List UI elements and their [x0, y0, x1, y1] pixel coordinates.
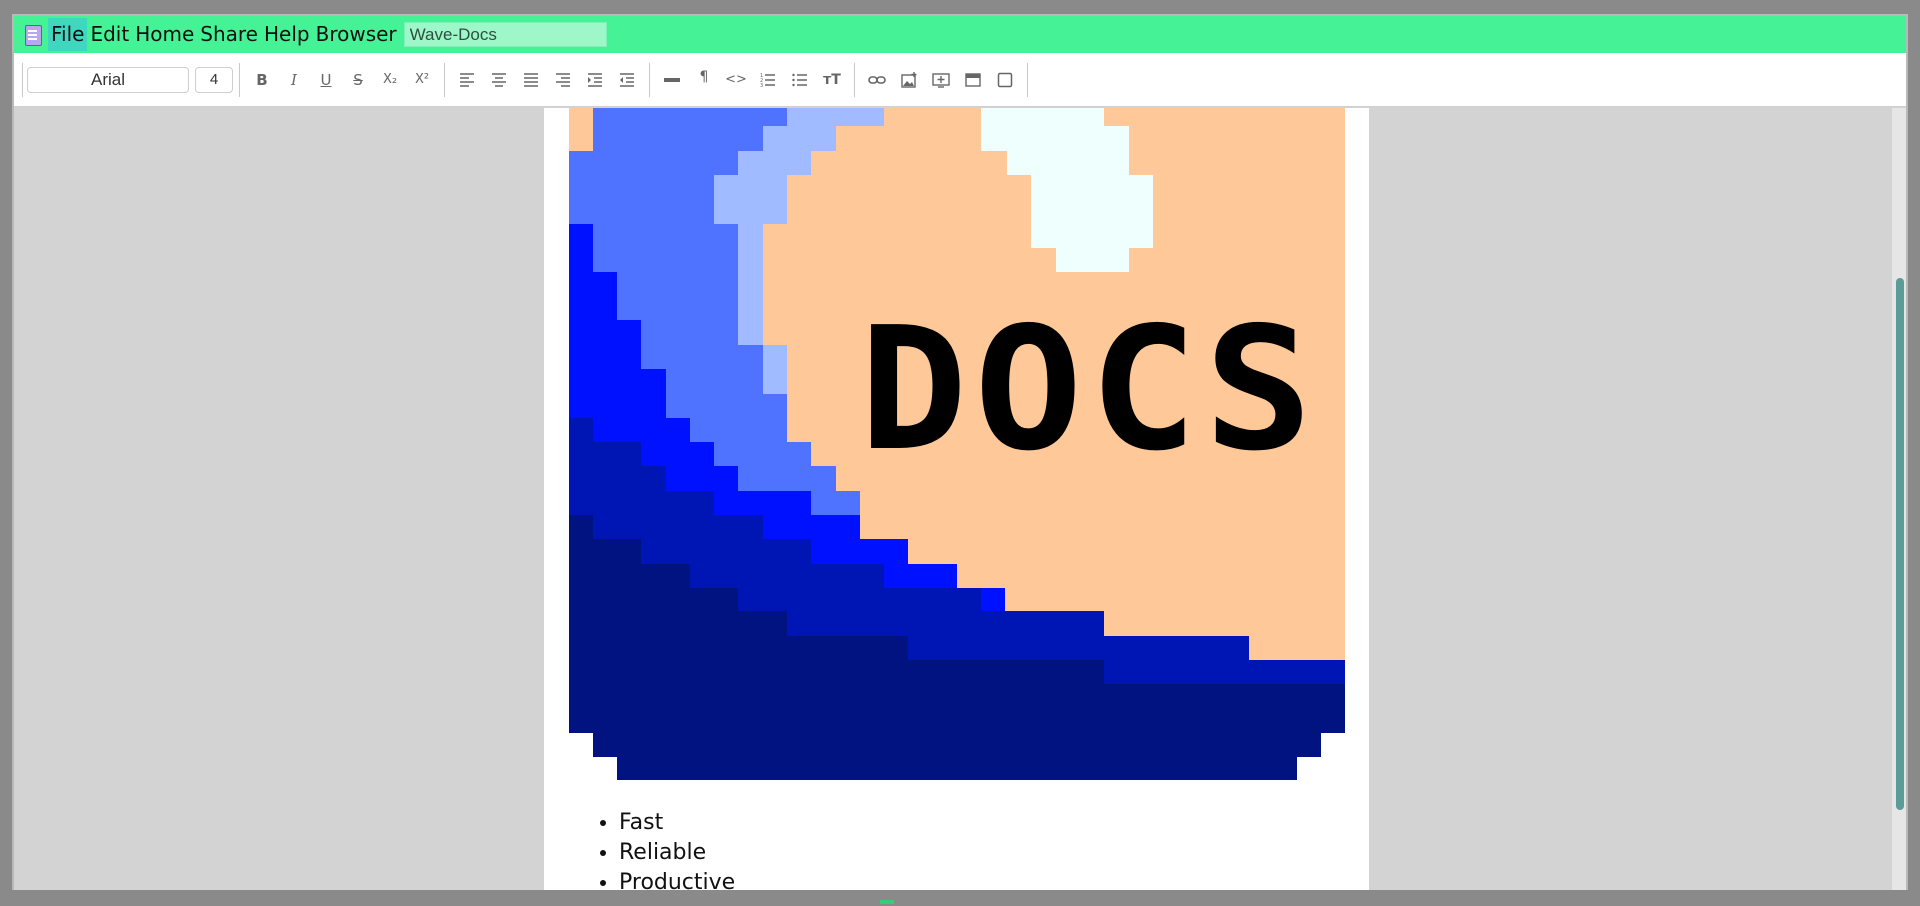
insert-frame-icon: [965, 72, 981, 87]
logo-text: DOCS: [859, 291, 1319, 489]
app-window: File Edit Home Share Help Browser Arial …: [14, 16, 1906, 890]
outdent-button[interactable]: [611, 64, 643, 96]
superscript-icon: X²: [414, 72, 430, 87]
outdent-icon: [620, 72, 634, 87]
paragraph-icon: ¶: [699, 68, 709, 85]
menu-browser[interactable]: Browser: [313, 18, 400, 51]
app-logo-icon: [22, 24, 44, 46]
italic-icon: I: [291, 70, 297, 89]
italic-button[interactable]: I: [278, 64, 310, 96]
list-item[interactable]: Reliable: [619, 838, 735, 868]
align-left-icon: [460, 72, 474, 87]
strikethrough-icon: S: [353, 70, 363, 89]
document-page[interactable]: DOCS Fast Reliable Productive: [544, 108, 1369, 890]
ordered-list-icon: 123: [760, 73, 775, 89]
toolbar-divider: [239, 62, 240, 97]
document-title-input[interactable]: [403, 22, 607, 47]
insert-image-button[interactable]: [893, 64, 925, 96]
horizontal-rule-icon: [664, 77, 680, 82]
menu-bar: File Edit Home Share Help Browser: [14, 16, 1906, 53]
align-justify-icon: [524, 72, 538, 87]
subscript-button[interactable]: X₂: [374, 64, 406, 96]
unordered-list-button[interactable]: [784, 64, 816, 96]
align-right-button[interactable]: [547, 64, 579, 96]
list-item[interactable]: Fast: [619, 808, 735, 838]
toolbar-divider: [444, 62, 445, 97]
indent-icon: [588, 72, 602, 87]
align-center-button[interactable]: [483, 64, 515, 96]
menu-help[interactable]: Help: [261, 18, 313, 51]
underline-icon: U: [320, 70, 332, 89]
insert-embed-icon: [932, 72, 950, 88]
menu-edit[interactable]: Edit: [87, 18, 132, 51]
toolbar-divider: [1027, 62, 1028, 97]
bold-icon: B: [256, 70, 268, 89]
horizontal-rule-button[interactable]: [656, 64, 688, 96]
menu-home[interactable]: Home: [132, 18, 197, 51]
underline-button[interactable]: U: [310, 64, 342, 96]
align-right-icon: [556, 72, 570, 87]
menu-share[interactable]: Share: [197, 18, 261, 51]
strikethrough-button[interactable]: S: [342, 64, 374, 96]
scrollbar-thumb[interactable]: [1896, 278, 1904, 810]
insert-box-icon: [997, 72, 1013, 87]
menu-file[interactable]: File: [48, 18, 88, 51]
insert-image-icon: [901, 71, 917, 88]
align-center-icon: [492, 72, 506, 87]
text-size-icon: тT: [823, 71, 841, 88]
unordered-list-icon: [792, 73, 807, 86]
insert-box-button[interactable]: [989, 64, 1021, 96]
code-icon: <>: [725, 72, 747, 87]
insert-frame-button[interactable]: [957, 64, 989, 96]
font-family-select[interactable]: Arial: [27, 66, 189, 93]
feature-list[interactable]: Fast Reliable Productive: [594, 808, 735, 890]
toolbar-divider: [854, 62, 855, 97]
desktop-taskbar-strip: [0, 890, 1920, 906]
insert-embed-button[interactable]: [925, 64, 957, 96]
code-button[interactable]: <>: [720, 64, 752, 96]
ordered-list-button[interactable]: 123: [752, 64, 784, 96]
link-button[interactable]: [861, 64, 893, 96]
bold-button[interactable]: B: [246, 64, 278, 96]
wave-docs-logo-image: DOCS: [569, 108, 1345, 780]
superscript-button[interactable]: X²: [406, 64, 438, 96]
svg-text:3: 3: [760, 83, 763, 89]
paragraph-button[interactable]: ¶: [688, 64, 720, 96]
align-left-button[interactable]: [451, 64, 483, 96]
indent-button[interactable]: [579, 64, 611, 96]
vertical-scrollbar[interactable]: [1892, 108, 1906, 890]
taskbar-indicator: [880, 900, 894, 904]
font-size-input[interactable]: 4: [195, 66, 233, 93]
formatting-toolbar: Arial 4 B I U S X₂ X² ¶ <> 1 2 3 тT: [14, 53, 1906, 107]
list-item[interactable]: Productive: [619, 868, 735, 890]
toolbar-divider: [22, 62, 23, 97]
subscript-icon: X₂: [382, 72, 398, 87]
link-icon: [868, 75, 886, 84]
toolbar-divider: [649, 62, 650, 97]
align-justify-button[interactable]: [515, 64, 547, 96]
logo-corner-tl: [569, 108, 593, 151]
text-size-button[interactable]: тT: [816, 64, 848, 96]
